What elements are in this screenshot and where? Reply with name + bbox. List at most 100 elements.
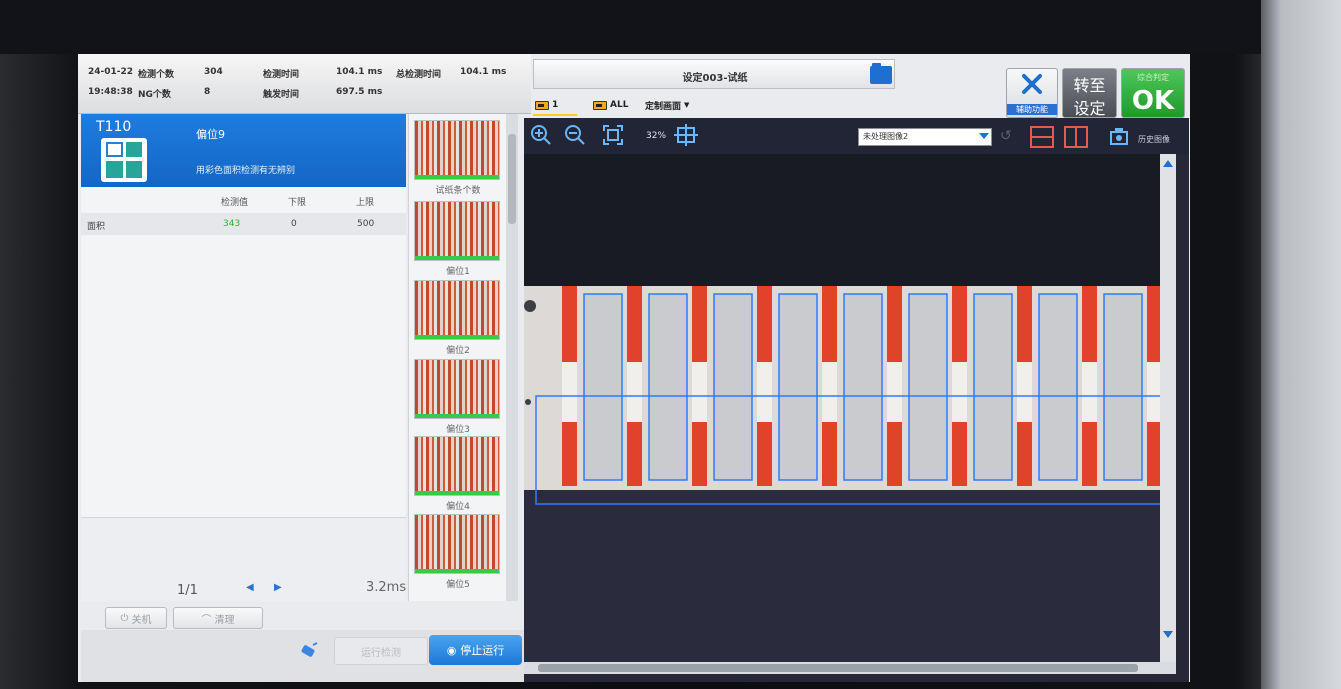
thumbnail-item[interactable] (414, 280, 500, 340)
test-strip-window (952, 362, 967, 422)
setting-title-bar[interactable]: 设定003-试纸 (533, 59, 895, 89)
prev-page-icon[interactable]: ◀ (246, 582, 254, 593)
detect-time-value: 104.1 ms (336, 67, 383, 77)
color-area-tool-icon (101, 138, 147, 182)
col-header-low: 下限 (288, 198, 307, 208)
test-strip-window (627, 362, 642, 422)
inspection-image (524, 154, 1160, 662)
scroll-up-icon[interactable] (1163, 160, 1173, 167)
goto-line2: 设定 (1073, 99, 1106, 118)
detect-time-label: 检测时间 (263, 70, 300, 80)
process-time: 3.2ms (366, 580, 407, 595)
tab-label: 1 (552, 100, 559, 110)
zoom-in-icon[interactable] (530, 124, 552, 146)
row-value: 343 (223, 219, 241, 229)
undo-icon[interactable]: ↺ (1000, 128, 1012, 144)
stop-icon: ◉ (446, 643, 457, 657)
thumbnail-label: 偏位3 (446, 425, 470, 435)
viewer-toolbar: 32% 未处理图像2 ↺ 历史图像 (524, 118, 1189, 154)
detector-code: T110 (96, 119, 132, 135)
zoom-out-icon[interactable] (564, 124, 586, 146)
crosshair-icon[interactable] (674, 124, 700, 146)
thumbnail-label: 偏位1 (446, 267, 470, 277)
thumbnail-item[interactable] (414, 359, 500, 419)
vertical-scrollbar[interactable] (1160, 154, 1176, 662)
camera-icon (593, 100, 607, 110)
row-high: 500 (357, 219, 375, 229)
image-viewer: 32% 未处理图像2 ↺ 历史图像 (524, 118, 1189, 682)
split-horizontal-icon[interactable] (1030, 126, 1054, 148)
tab-camera-1[interactable]: 1 (535, 96, 558, 114)
row-name: 面积 (87, 222, 106, 232)
test-strip-window (1147, 362, 1160, 422)
roi-box[interactable] (973, 293, 1013, 481)
setting-title: 设定003-试纸 (682, 73, 748, 84)
total-time-value: 104.1 ms (460, 67, 507, 77)
power-icon: ⏻ (120, 612, 129, 624)
assist-button[interactable]: 辅助功能 (1006, 68, 1058, 118)
thumbnail-item[interactable] (414, 201, 500, 261)
thumbnail-item[interactable] (414, 120, 500, 180)
next-page-icon[interactable]: ▶ (274, 582, 282, 593)
image-source-value: 未处理图像2 (863, 132, 909, 141)
roi-box[interactable] (713, 293, 753, 481)
page-indicator: 1/1 (177, 583, 198, 598)
horizontal-scrollbar[interactable] (524, 662, 1176, 674)
total-time-label: 总检测时间 (396, 70, 442, 80)
thumbnail-label: 偏位5 (446, 580, 470, 590)
date-text: 24-01-22 (88, 67, 134, 77)
test-strip-window (692, 362, 707, 422)
overall-judgement-badge: 综合判定 OK (1121, 68, 1185, 118)
roi-box[interactable] (908, 293, 948, 481)
right-button-group: 辅助功能 转至 设定 综合判定 OK (1006, 68, 1190, 118)
broom-icon: ⌒ (201, 614, 212, 626)
folder-icon[interactable] (870, 63, 892, 84)
stop-run-label: 停止运行 (460, 644, 505, 657)
history-image-icon[interactable] (1108, 126, 1130, 146)
status-info-bar: 24-01-22 检测个数 304 19:48:38 NG个数 8 检测时间 1… (78, 54, 531, 114)
fit-screen-icon[interactable] (602, 124, 624, 146)
thumbnail-item[interactable] (414, 436, 500, 496)
tab-indicator (533, 114, 577, 116)
ng-count-label: NG个数 (138, 90, 171, 100)
test-strip-window (822, 362, 837, 422)
detector-header[interactable]: T110 偏位9 用彩色面积检测有无辨别 (81, 114, 406, 187)
inspection-image-canvas[interactable] (524, 154, 1160, 662)
tab-label: ALL (610, 100, 629, 110)
bottom-action-bar: 运行检测 ◉ 停止运行 (81, 630, 531, 682)
run-once-label: 运行检测 (361, 647, 401, 659)
camera-icon (535, 100, 549, 110)
hmi-screen: 24-01-22 检测个数 304 19:48:38 NG个数 8 检测时间 1… (78, 54, 1190, 682)
time-text: 19:48:38 (88, 87, 133, 97)
tab-custom-view[interactable]: 定制画面 ▼ (645, 96, 689, 114)
clear-button[interactable]: ⌒ 清理 (173, 607, 263, 629)
scroll-down-icon[interactable] (1163, 631, 1173, 638)
tab-label: 定制画面 (645, 101, 682, 112)
monitor-bezel-top (0, 0, 1341, 54)
shutdown-button[interactable]: ⏻ 关机 (105, 607, 167, 629)
roi-box[interactable] (648, 293, 688, 481)
judgement-label: 综合判定 (1137, 73, 1169, 82)
tools-icon (1022, 74, 1042, 94)
pagination-area: 1/1 ◀ ▶ 3.2ms (81, 517, 406, 601)
roi-box[interactable] (778, 293, 818, 481)
test-strip-window (1082, 362, 1097, 422)
background-wall (1261, 0, 1341, 689)
clear-label: 清理 (214, 614, 235, 626)
image-source-select[interactable]: 未处理图像2 (858, 128, 992, 146)
stop-run-button[interactable]: ◉ 停止运行 (429, 635, 522, 665)
detect-count-label: 检测个数 (138, 70, 175, 80)
goto-setting-button[interactable]: 转至 设定 (1062, 68, 1117, 118)
thumbnail-scrollbar[interactable] (506, 114, 518, 601)
roi-box[interactable] (1038, 293, 1078, 481)
roi-box[interactable] (583, 293, 623, 481)
plug-icon (301, 642, 318, 657)
tab-camera-all[interactable]: ALL (593, 96, 628, 114)
split-vertical-icon[interactable] (1064, 126, 1088, 148)
run-once-button[interactable]: 运行检测 (334, 637, 428, 665)
trigger-time-value: 697.5 ms (336, 87, 383, 97)
roi-box[interactable] (843, 293, 883, 481)
judgement-result: OK (1131, 86, 1175, 116)
thumbnail-item[interactable] (414, 514, 500, 574)
roi-box[interactable] (1103, 293, 1143, 481)
